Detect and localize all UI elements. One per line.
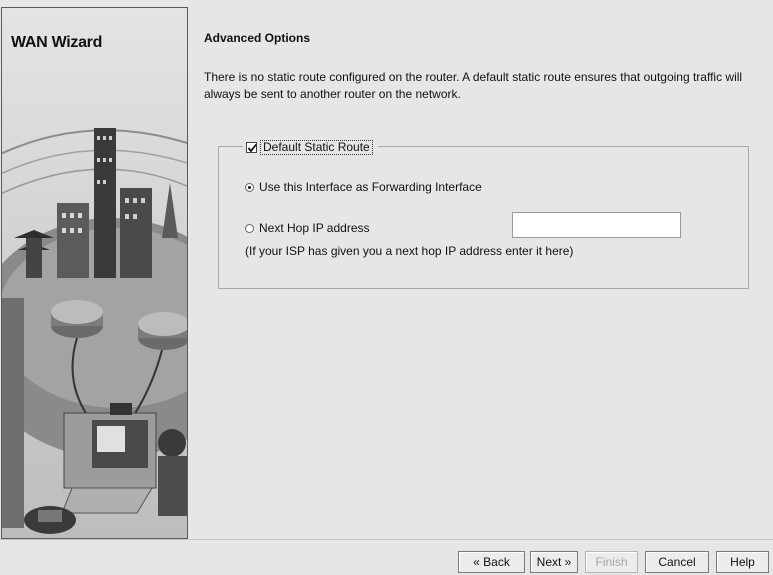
- use-interface-label: Use this Interface as Forwarding Interfa…: [259, 180, 482, 194]
- default-static-route-checkbox[interactable]: Default Static Route: [243, 139, 378, 155]
- wizard-title: WAN Wizard: [11, 34, 103, 51]
- checkbox-checked-icon[interactable]: [246, 141, 257, 153]
- next-hop-radio[interactable]: Next Hop IP address: [245, 221, 370, 235]
- wizard-button-bar: « Back Next » Finish Cancel Help: [0, 539, 773, 575]
- cancel-button[interactable]: Cancel: [645, 551, 709, 573]
- back-button[interactable]: « Back: [458, 551, 525, 573]
- wizard-sidebar: WAN Wizard: [1, 7, 188, 539]
- page-description: There is no static route configured on t…: [204, 70, 743, 101]
- next-hop-label: Next Hop IP address: [259, 221, 370, 235]
- next-hop-ip-input[interactable]: [512, 212, 681, 238]
- help-button[interactable]: Help: [716, 551, 769, 573]
- next-hop-hint: (If your ISP has given you a next hop IP…: [245, 244, 574, 258]
- use-interface-radio[interactable]: Use this Interface as Forwarding Interfa…: [245, 180, 482, 194]
- default-route-group: Default Static Route Use this Interface …: [218, 139, 749, 289]
- radio-selected-icon[interactable]: [245, 182, 254, 192]
- default-static-route-label: Default Static Route: [260, 139, 373, 155]
- next-button[interactable]: Next »: [530, 551, 578, 573]
- page-title: Advanced Options: [204, 31, 311, 45]
- finish-button[interactable]: Finish: [585, 551, 638, 573]
- sidebar-illustration: [2, 8, 187, 538]
- wizard-content: Advanced Options There is no static rout…: [188, 7, 773, 537]
- radio-unselected-icon[interactable]: [245, 223, 254, 233]
